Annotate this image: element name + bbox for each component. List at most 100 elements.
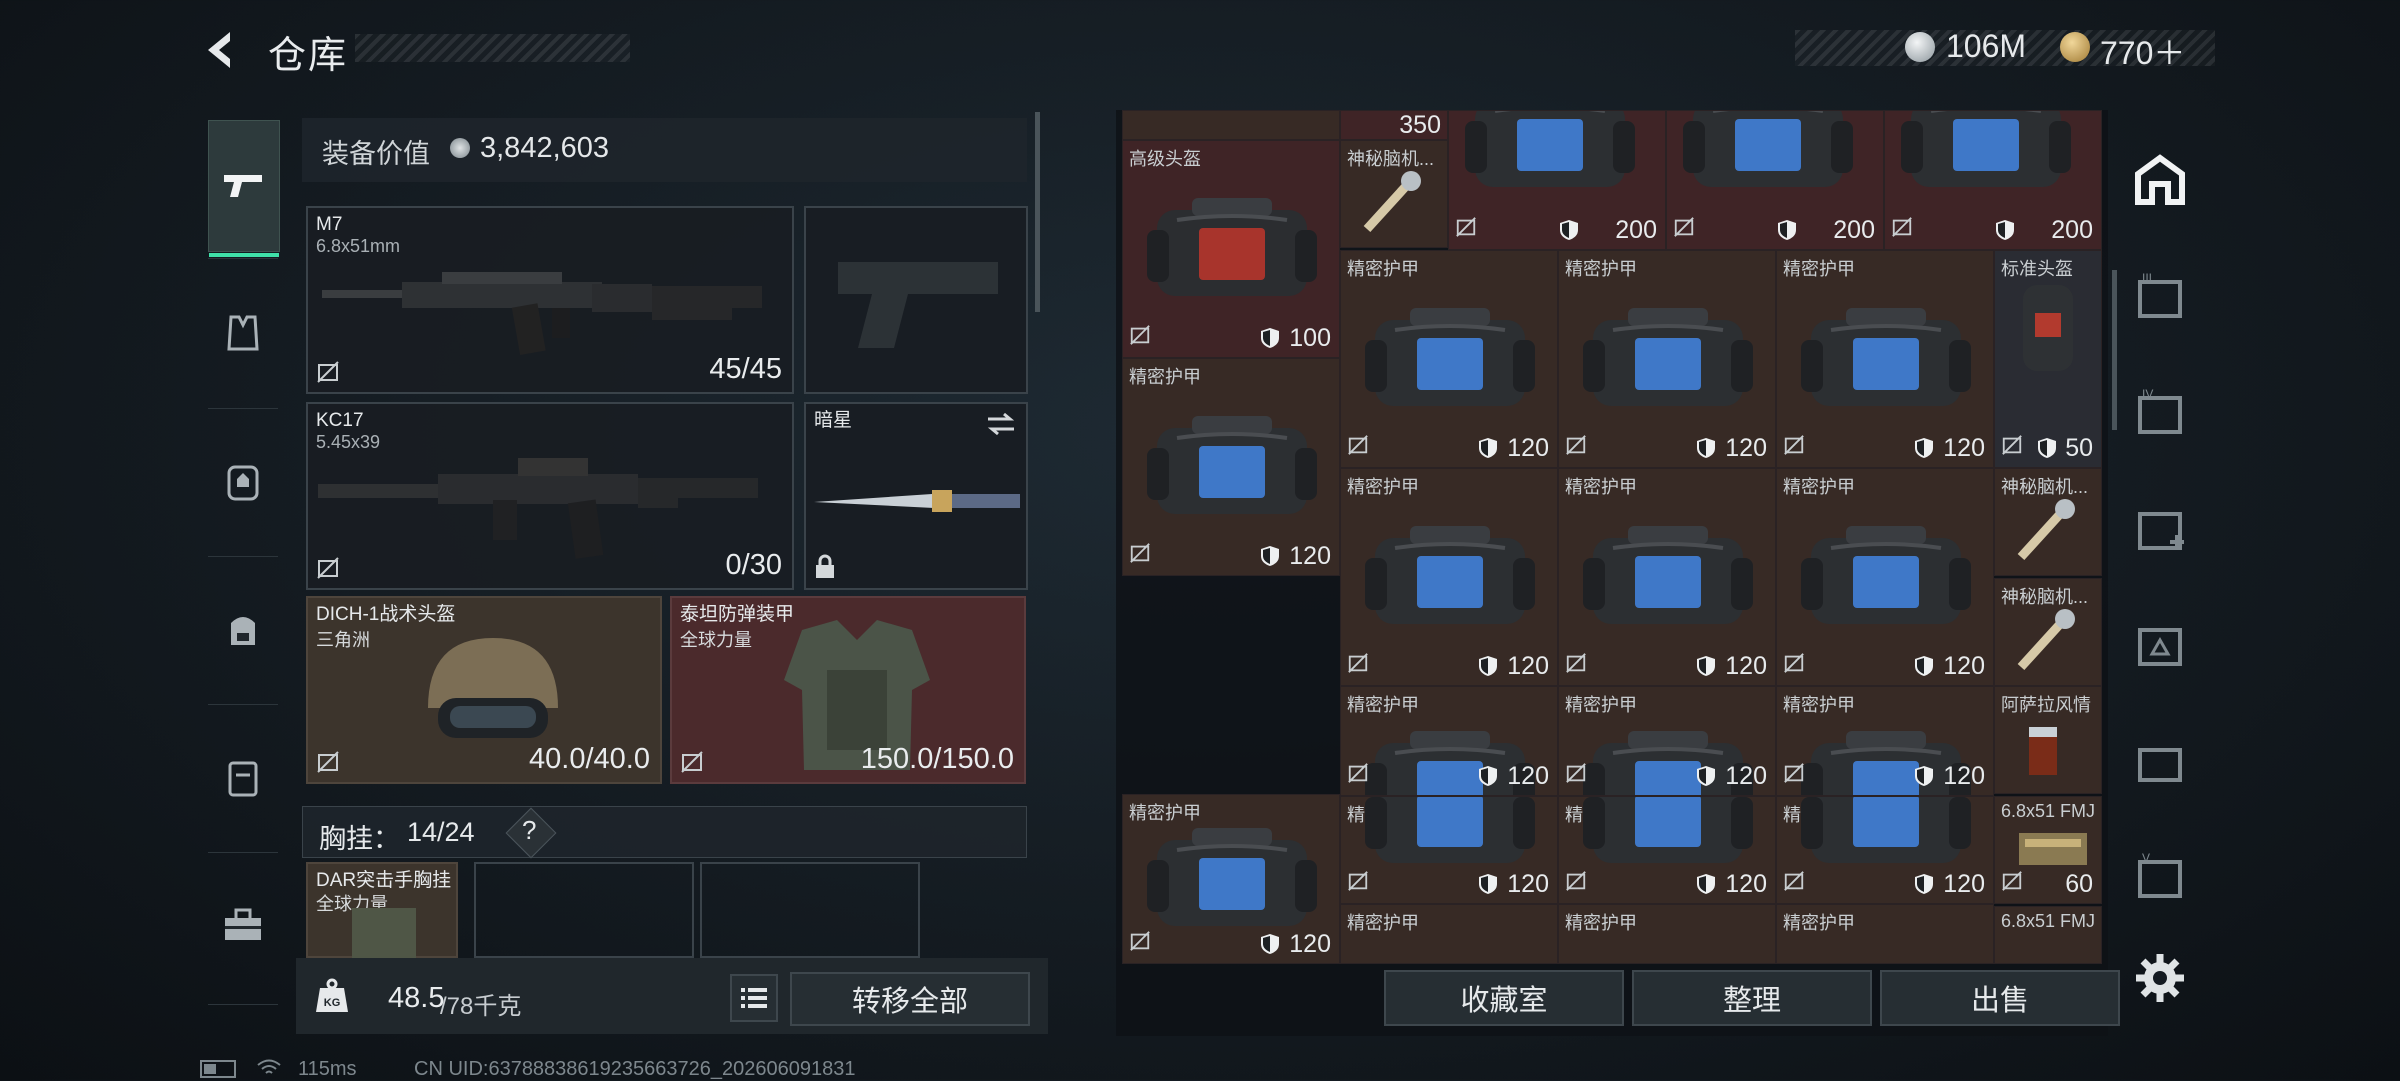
grid-cell[interactable]: 精密护甲120 [1122, 358, 1340, 576]
list-view-button[interactable] [730, 974, 778, 1022]
shield-icon [1914, 655, 1934, 677]
item-name: 精密护甲 [1565, 695, 1637, 715]
toolbox-icon [225, 908, 261, 940]
grid-cell[interactable]: 精密护甲120 [1558, 796, 1776, 904]
helmet-faction: 三角洲 [316, 630, 370, 650]
settings-gear-icon[interactable] [2132, 950, 2188, 1006]
item-value: 120 [1725, 434, 1767, 462]
armor-slot[interactable]: 泰坦防弹装甲 全球力量 150.0/150.0 [670, 596, 1026, 784]
stash-tab-5-icon[interactable]: V [2132, 850, 2188, 906]
grid-cell[interactable]: 精密护甲 [1776, 904, 1994, 964]
grid-cell[interactable]: 精密护甲120 [1558, 686, 1776, 796]
grid-cell[interactable]: 神秘脑机... [1994, 468, 2102, 576]
svg-text:IV: IV [2142, 387, 2153, 401]
grid-cell[interactable]: 精密护甲120 [1776, 686, 1994, 796]
nav-vest[interactable] [208, 268, 278, 398]
armor-case-icon [1365, 308, 1535, 406]
nav-container[interactable] [208, 712, 278, 842]
melee-slot[interactable]: 暗星 [804, 402, 1028, 590]
grid-cell[interactable]: 神秘脑机... [1994, 578, 2102, 686]
title-decoration [355, 34, 630, 62]
ammo-count: 0/30 [725, 549, 782, 581]
stash-tab-4-icon[interactable]: IV [2132, 386, 2188, 442]
stash-tab-3-icon[interactable]: III [2132, 270, 2188, 326]
chest-rig-empty-slot[interactable] [474, 862, 694, 958]
armor-case-icon [1683, 111, 1853, 187]
back-arrow-icon[interactable] [200, 28, 244, 72]
help-icon[interactable]: ? [522, 815, 536, 846]
nav-backpack[interactable] [208, 564, 278, 694]
ammo-count: 45/45 [709, 353, 782, 385]
grid-cell[interactable] [1122, 110, 1340, 140]
chest-rig-icon [352, 908, 416, 960]
rifle-icon [322, 272, 762, 356]
shield-icon [1260, 545, 1280, 567]
organize-button[interactable]: 整理 [1632, 970, 1872, 1026]
grid-cell[interactable]: 精密护甲120 [1776, 250, 1994, 468]
brain-chip-icon [2017, 609, 2075, 671]
scrollbar[interactable] [1035, 112, 1040, 312]
gold-coin-icon [2060, 32, 2090, 62]
shield-icon [1696, 873, 1716, 895]
armor-case-icon [1583, 797, 1753, 863]
smg-icon [318, 458, 758, 559]
grid-cell[interactable]: 200 [1884, 110, 2102, 250]
grid-cell[interactable]: 精密护甲120 [1340, 686, 1558, 796]
helmet-icon [2023, 285, 2073, 371]
chest-rig-slot[interactable]: DAR突击手胸挂 全球力量 [306, 862, 458, 960]
no-insurance-icon [1783, 434, 1805, 461]
helmet-slot[interactable]: DICH-1战术头盔 三角洲 40.0/40.0 [306, 596, 662, 784]
nav-toolbox[interactable] [208, 860, 278, 990]
secondary-weapon-slot[interactable]: KC17 5.45x39 0/30 [306, 402, 794, 590]
stash-tab-3b-icon[interactable] [2132, 734, 2188, 790]
no-insurance-icon [1783, 870, 1805, 897]
grid-cell[interactable]: 精密护甲120 [1340, 796, 1558, 904]
grid-cell[interactable]: 6.8x51 FMJ 60 [1994, 796, 2102, 904]
transfer-all-button[interactable]: 转移全部 [790, 972, 1030, 1026]
grid-cell[interactable]: 阿萨拉风情 [1994, 686, 2102, 794]
item-value: 200 [1615, 216, 1657, 244]
item-value: 120 [1943, 870, 1985, 898]
grid-cell[interactable]: 350 [1340, 110, 1448, 140]
stash-tab-4-medical-icon[interactable] [2132, 502, 2188, 558]
shield-icon [1696, 765, 1716, 787]
sidearm-slot[interactable] [804, 206, 1028, 394]
stash-tab-2-icon[interactable] [2132, 618, 2188, 674]
grid-cell[interactable]: 精密护甲 [1340, 904, 1558, 964]
grid-cell[interactable]: 精密护甲120 [1340, 468, 1558, 686]
item-name: 6.8x51 FMJ [2001, 801, 2096, 821]
grid-cell[interactable]: 精密护甲120 [1776, 468, 1994, 686]
grid-cell[interactable]: 神秘脑机... [1340, 140, 1448, 248]
swap-icon[interactable] [986, 412, 1016, 436]
sell-button[interactable]: 出售 [1880, 970, 2120, 1026]
warehouse-home-icon[interactable] [2132, 152, 2188, 208]
grid-cell[interactable]: 精密护甲120 [1340, 250, 1558, 468]
ping-readout: 115ms [298, 1058, 357, 1080]
item-value: 120 [1289, 930, 1331, 958]
grid-cell[interactable]: 精密护甲 [1558, 904, 1776, 964]
nav-helmet-bag[interactable] [208, 416, 278, 546]
lock-icon [816, 554, 834, 578]
no-insurance-icon [1129, 324, 1151, 351]
nav-weapons[interactable] [208, 120, 280, 257]
grid-cell[interactable]: 精密护甲120 [1776, 796, 1994, 904]
currency-gold[interactable]: 770＋ [2100, 28, 2185, 74]
grid-cell[interactable]: 精密护甲120 [1558, 468, 1776, 686]
grid-cell[interactable]: 高级头盔 100 [1122, 140, 1340, 358]
no-insurance-icon [1347, 434, 1369, 461]
item-name: 6.8x51 FMJ [2001, 911, 2096, 931]
grid-cell[interactable]: 200 [1448, 110, 1666, 250]
primary-weapon-slot[interactable]: M7 6.8x51mm 45/45 [306, 206, 794, 394]
helmet-durability: 40.0/40.0 [529, 743, 650, 775]
collection-room-button[interactable]: 收藏室 [1384, 970, 1624, 1026]
vest-icon [227, 315, 259, 351]
armor-case-icon [1365, 797, 1535, 863]
grid-cell[interactable]: 精密护甲120 [1122, 794, 1340, 964]
chest-rig-empty-slot[interactable] [700, 862, 920, 958]
grid-cell[interactable]: 标准头盔 50 [1994, 250, 2102, 468]
grid-cell[interactable]: 精密护甲120 [1558, 250, 1776, 468]
grid-scrollbar[interactable] [2112, 270, 2117, 430]
wifi-icon [257, 1059, 281, 1074]
grid-cell[interactable]: 6.8x51 FMJ [1994, 906, 2102, 964]
grid-cell[interactable]: 200 [1666, 110, 1884, 250]
